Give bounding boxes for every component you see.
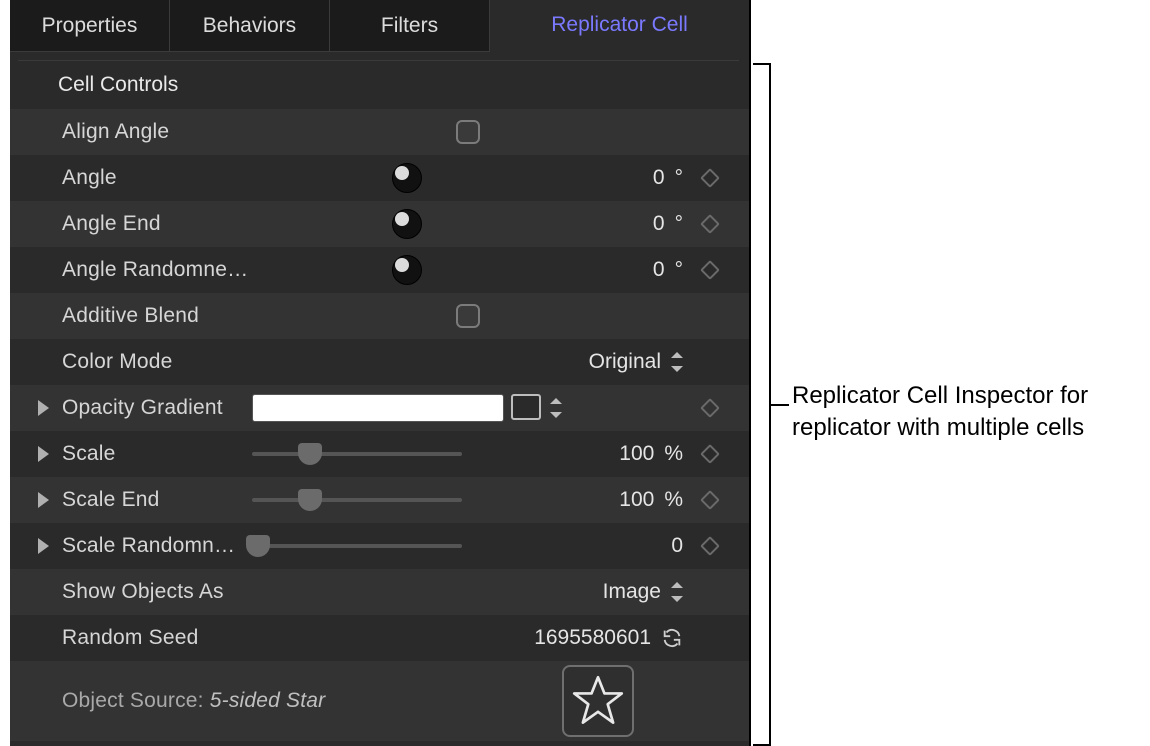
row-show-objects-as: Show Objects As Image xyxy=(10,569,749,615)
row-align-angle: Align Angle xyxy=(10,109,749,155)
keyframe-icon[interactable] xyxy=(700,536,720,556)
label-angle-end: Angle End xyxy=(62,212,252,236)
tab-properties[interactable]: Properties xyxy=(10,0,170,52)
tab-filters[interactable]: Filters xyxy=(330,0,490,52)
row-object-source: Object Source: 5-sided Star xyxy=(10,661,749,741)
align-angle-checkbox[interactable] xyxy=(456,120,480,144)
label-angle: Angle xyxy=(62,166,252,190)
inspector-tabs: Properties Behaviors Filters Replicator … xyxy=(10,0,749,52)
scale-value-unit: % xyxy=(664,442,683,466)
label-opacity-gradient: Opacity Gradient xyxy=(62,396,252,420)
color-mode-value: Original xyxy=(589,350,661,374)
disclosure-icon[interactable] xyxy=(38,446,49,462)
callout-tick xyxy=(771,404,789,406)
chevron-updown-icon xyxy=(671,582,683,602)
label-scale-randomness: Scale Randomn… xyxy=(62,534,252,558)
callout-text: Replicator Cell Inspector for replicator… xyxy=(792,380,1132,445)
label-angle-randomness: Angle Randomne… xyxy=(62,258,252,282)
row-angle-end: Angle End 0 ° xyxy=(10,201,749,247)
angle-randomness-dial[interactable] xyxy=(392,255,422,285)
keyframe-icon[interactable] xyxy=(700,444,720,464)
scale-randomness-value-number: 0 xyxy=(671,534,683,558)
scale-end-slider[interactable] xyxy=(252,491,462,509)
star-icon xyxy=(571,674,625,728)
tab-replicator-cell[interactable]: Replicator Cell xyxy=(490,0,749,52)
angle-end-value-unit: ° xyxy=(675,212,683,236)
row-opacity-gradient: Opacity Gradient xyxy=(10,385,749,431)
angle-randomness-value[interactable]: 0 ° xyxy=(483,258,683,282)
angle-end-value-number: 0 xyxy=(653,212,665,236)
disclosure-icon[interactable] xyxy=(38,492,49,508)
callout-bracket xyxy=(753,63,771,746)
row-random-seed: Random Seed 1695580601 xyxy=(10,615,749,661)
keyframe-icon[interactable] xyxy=(700,398,720,418)
angle-randomness-value-number: 0 xyxy=(653,258,665,282)
object-source-well[interactable] xyxy=(562,665,634,737)
row-color-mode: Color Mode Original xyxy=(10,339,749,385)
keyframe-icon[interactable] xyxy=(700,260,720,280)
label-object-source-value: 5-sided Star xyxy=(210,689,326,712)
label-align-angle: Align Angle xyxy=(62,120,252,144)
label-additive-blend: Additive Blend xyxy=(62,304,252,328)
row-scale-randomness: Scale Randomn… 0 xyxy=(10,523,749,569)
section-title: Cell Controls xyxy=(10,61,749,109)
angle-value-number: 0 xyxy=(653,166,665,190)
label-show-objects-as: Show Objects As xyxy=(62,580,252,604)
angle-end-dial[interactable] xyxy=(392,209,422,239)
scale-randomness-slider[interactable] xyxy=(252,537,462,555)
scale-end-value[interactable]: 100 % xyxy=(483,488,683,512)
keyframe-icon[interactable] xyxy=(700,490,720,510)
row-scale: Scale 100 % xyxy=(10,431,749,477)
chevron-updown-icon[interactable] xyxy=(550,398,562,418)
disclosure-icon[interactable] xyxy=(38,400,49,416)
label-scale: Scale xyxy=(62,442,252,466)
label-color-mode: Color Mode xyxy=(62,350,252,374)
label-random-seed: Random Seed xyxy=(62,626,252,650)
angle-randomness-value-unit: ° xyxy=(675,258,683,282)
opacity-gradient-swatch[interactable] xyxy=(252,394,504,422)
show-objects-as-select[interactable]: Image xyxy=(483,580,683,604)
gradient-preset-icon[interactable] xyxy=(514,397,540,419)
scale-value-number: 100 xyxy=(619,442,654,466)
refresh-icon[interactable] xyxy=(661,627,683,649)
label-scale-end: Scale End xyxy=(62,488,252,512)
row-additive-blend: Additive Blend xyxy=(10,293,749,339)
scale-value[interactable]: 100 % xyxy=(483,442,683,466)
angle-value-unit: ° xyxy=(675,166,683,190)
scale-end-value-number: 100 xyxy=(619,488,654,512)
color-mode-select[interactable]: Original xyxy=(483,350,683,374)
scale-randomness-value[interactable]: 0 xyxy=(483,534,683,558)
angle-value[interactable]: 0 ° xyxy=(483,166,683,190)
random-seed-value[interactable]: 1695580601 xyxy=(483,626,683,650)
scale-end-value-unit: % xyxy=(664,488,683,512)
controls-list: Align Angle Angle 0 ° xyxy=(10,109,749,741)
inspector-panel: Properties Behaviors Filters Replicator … xyxy=(10,0,751,746)
keyframe-icon[interactable] xyxy=(700,168,720,188)
keyframe-icon[interactable] xyxy=(700,214,720,234)
additive-blend-checkbox[interactable] xyxy=(456,304,480,328)
row-angle: Angle 0 ° xyxy=(10,155,749,201)
show-objects-as-value: Image xyxy=(603,580,661,604)
random-seed-value-number: 1695580601 xyxy=(534,626,651,650)
chevron-updown-icon xyxy=(671,352,683,372)
tab-behaviors[interactable]: Behaviors xyxy=(170,0,330,52)
label-object-source-prefix: Object Source: xyxy=(62,689,204,712)
row-angle-randomness: Angle Randomne… 0 ° xyxy=(10,247,749,293)
scale-slider[interactable] xyxy=(252,445,462,463)
row-scale-end: Scale End 100 % xyxy=(10,477,749,523)
disclosure-icon[interactable] xyxy=(38,538,49,554)
angle-dial[interactable] xyxy=(392,163,422,193)
angle-end-value[interactable]: 0 ° xyxy=(483,212,683,236)
